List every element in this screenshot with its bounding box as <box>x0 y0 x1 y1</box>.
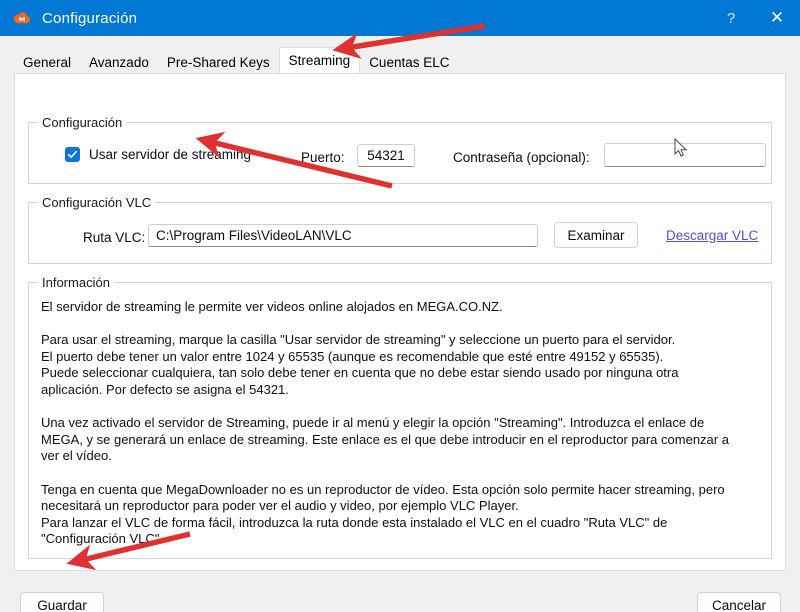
mouse-cursor-icon <box>674 137 688 158</box>
check-icon <box>67 150 77 158</box>
tab-pre-shared-keys[interactable]: Pre-Shared Keys <box>158 52 279 74</box>
help-button[interactable]: ? <box>708 0 754 36</box>
client-area: General Avanzado Pre-Shared Keys Streami… <box>0 36 800 612</box>
group-informacion: Información El servidor de streaming le … <box>28 275 772 559</box>
tab-general[interactable]: General <box>14 52 80 74</box>
use-streaming-server-label: Usar servidor de streaming <box>89 147 252 162</box>
group-configuracion-vlc-title: Configuración VLC <box>38 195 156 210</box>
mega-cloud-icon <box>12 8 32 28</box>
group-informacion-title: Información <box>38 275 114 290</box>
information-text: El servidor de streaming le permite ver … <box>41 299 729 547</box>
window-title: Configuración <box>42 9 138 27</box>
group-configuracion: Configuración Usar servidor de streaming… <box>28 115 772 184</box>
download-vlc-link[interactable]: Descargar VLC <box>666 228 758 243</box>
tab-cuentas-elc[interactable]: Cuentas ELC <box>360 52 458 74</box>
settings-dialog: Configuración ? ✕ General Avanzado Pre-S… <box>0 0 800 612</box>
group-configuracion-title: Configuración <box>38 115 127 130</box>
password-label: Contraseña (opcional): <box>453 150 590 165</box>
vlc-path-label: Ruta VLC: <box>83 230 146 245</box>
cancel-button[interactable]: Cancelar <box>697 592 781 612</box>
vlc-path-input[interactable]: C:\Program Files\VideoLAN\VLC <box>148 224 538 247</box>
tab-strip: General Avanzado Pre-Shared Keys Streami… <box>14 47 786 74</box>
port-input[interactable]: 54321 <box>357 144 415 167</box>
tab-avanzado[interactable]: Avanzado <box>80 52 158 74</box>
tab-page-streaming: Configuración Usar servidor de streaming… <box>14 73 786 571</box>
tab-streaming[interactable]: Streaming <box>278 47 361 74</box>
save-button[interactable]: Guardar <box>20 592 104 612</box>
window-controls: ? ✕ <box>708 0 800 36</box>
use-streaming-server-checkbox-row[interactable]: Usar servidor de streaming <box>65 147 251 162</box>
close-button[interactable]: ✕ <box>754 0 800 36</box>
group-configuracion-vlc: Configuración VLC Ruta VLC: C:\Program F… <box>28 195 772 264</box>
title-bar: Configuración ? ✕ <box>0 0 800 36</box>
vlc-path-value: C:\Program Files\VideoLAN\VLC <box>156 228 352 243</box>
browse-button[interactable]: Examinar <box>554 222 638 248</box>
use-streaming-server-checkbox[interactable] <box>65 147 80 162</box>
port-label: Puerto: <box>301 150 345 165</box>
port-value: 54321 <box>367 148 405 163</box>
